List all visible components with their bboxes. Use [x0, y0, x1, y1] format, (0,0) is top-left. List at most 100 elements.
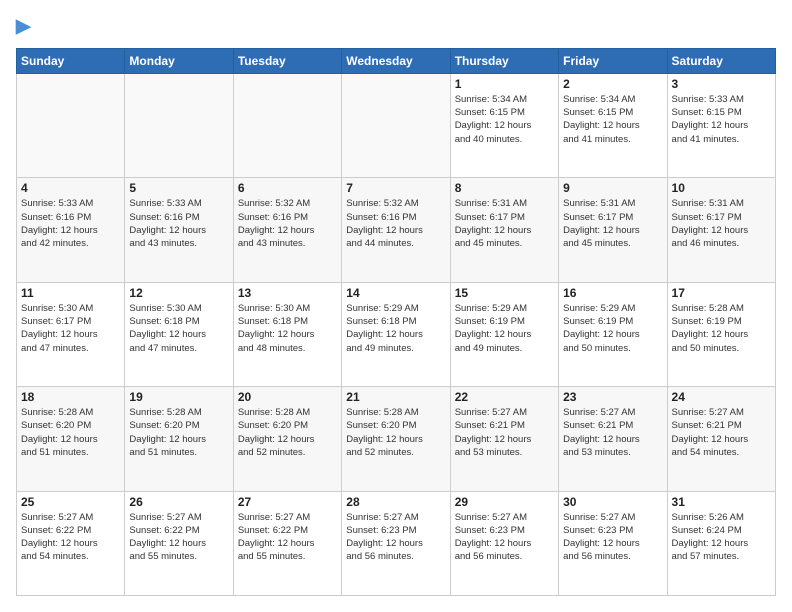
day-info: Sunrise: 5:29 AM Sunset: 6:19 PM Dayligh… — [455, 302, 554, 355]
day-info: Sunrise: 5:27 AM Sunset: 6:23 PM Dayligh… — [455, 511, 554, 564]
calendar-cell: 24Sunrise: 5:27 AM Sunset: 6:21 PM Dayli… — [667, 387, 775, 491]
day-number: 16 — [563, 286, 662, 300]
calendar-cell: 6 Sunrise: 5:32 AM Sunset: 6:16 PM Daylig… — [233, 178, 341, 282]
weekday-header-friday: Friday — [559, 48, 667, 73]
calendar-cell: 16 Sunrise: 5:29 AM Sunset: 6:19 PM Dayli… — [559, 282, 667, 386]
day-number: 13 — [238, 286, 337, 300]
day-info: Sunrise: 5:28 AM Sunset: 6:20 PM Dayligh… — [346, 406, 445, 459]
day-info: Sunrise: 5:33 AM Sunset: 6:16 PM Dayligh… — [129, 197, 228, 250]
page: ▶ SundayMondayTuesdayWednesdayThursdayFr… — [0, 0, 792, 612]
calendar-cell: 21 Sunrise: 5:28 AM Sunset: 6:20 PM Dayli… — [342, 387, 450, 491]
calendar-cell — [233, 73, 341, 177]
day-number: 4 — [21, 181, 120, 195]
day-number: 21 — [346, 390, 445, 404]
week-row-3: 11 Sunrise: 5:30 AM Sunset: 6:17 PM Dayli… — [17, 282, 776, 386]
calendar-cell — [125, 73, 233, 177]
day-number: 19 — [129, 390, 228, 404]
day-info: Sunrise: 5:34 AM Sunset: 6:15 PM Dayligh… — [455, 93, 554, 146]
calendar-cell: 12 Sunrise: 5:30 AM Sunset: 6:18 PM Dayli… — [125, 282, 233, 386]
calendar-cell — [342, 73, 450, 177]
day-info: Sunrise: 5:29 AM Sunset: 6:19 PM Dayligh… — [563, 302, 662, 355]
day-info: Sunrise: 5:30 AM Sunset: 6:18 PM Dayligh… — [238, 302, 337, 355]
day-number: 1 — [455, 77, 554, 91]
calendar-cell: 28 Sunrise: 5:27 AM Sunset: 6:23 PM Dayli… — [342, 491, 450, 595]
calendar-cell: 15 Sunrise: 5:29 AM Sunset: 6:19 PM Dayli… — [450, 282, 558, 386]
calendar-cell: 3 Sunrise: 5:33 AM Sunset: 6:15 PM Daylig… — [667, 73, 775, 177]
day-info: Sunrise: 5:27 AM Sunset: 6:22 PM Dayligh… — [238, 511, 337, 564]
day-number: 26 — [129, 495, 228, 509]
calendar-cell: 10 Sunrise: 5:31 AM Sunset: 6:17 PM Dayli… — [667, 178, 775, 282]
day-number: 12 — [129, 286, 228, 300]
day-number: 30 — [563, 495, 662, 509]
day-number: 22 — [455, 390, 554, 404]
calendar-cell: 19 Sunrise: 5:28 AM Sunset: 6:20 PM Dayli… — [125, 387, 233, 491]
day-number: 28 — [346, 495, 445, 509]
day-info: Sunrise: 5:27 AM Sunset: 6:23 PM Dayligh… — [563, 511, 662, 564]
calendar-cell: 11 Sunrise: 5:30 AM Sunset: 6:17 PM Dayli… — [17, 282, 125, 386]
day-number: 24 — [672, 390, 771, 404]
day-info: Sunrise: 5:33 AM Sunset: 6:15 PM Dayligh… — [672, 93, 771, 146]
day-info: Sunrise: 5:29 AM Sunset: 6:18 PM Dayligh… — [346, 302, 445, 355]
day-info: Sunrise: 5:28 AM Sunset: 6:19 PM Dayligh… — [672, 302, 771, 355]
calendar-cell: 18 Sunrise: 5:28 AM Sunset: 6:20 PM Dayli… — [17, 387, 125, 491]
calendar-cell: 23 Sunrise: 5:27 AM Sunset: 6:21 PM Dayli… — [559, 387, 667, 491]
day-info: Sunrise: 5:28 AM Sunset: 6:20 PM Dayligh… — [238, 406, 337, 459]
calendar-cell: 17Sunrise: 5:28 AM Sunset: 6:19 PM Dayli… — [667, 282, 775, 386]
day-info: Sunrise: 5:32 AM Sunset: 6:16 PM Dayligh… — [238, 197, 337, 250]
calendar-cell: 13 Sunrise: 5:30 AM Sunset: 6:18 PM Dayli… — [233, 282, 341, 386]
header: ▶ — [16, 16, 776, 38]
day-info: Sunrise: 5:27 AM Sunset: 6:21 PM Dayligh… — [563, 406, 662, 459]
weekday-header-row: SundayMondayTuesdayWednesdayThursdayFrid… — [17, 48, 776, 73]
week-row-4: 18 Sunrise: 5:28 AM Sunset: 6:20 PM Dayli… — [17, 387, 776, 491]
day-info: Sunrise: 5:30 AM Sunset: 6:18 PM Dayligh… — [129, 302, 228, 355]
week-row-2: 4 Sunrise: 5:33 AM Sunset: 6:16 PM Daylig… — [17, 178, 776, 282]
day-number: 8 — [455, 181, 554, 195]
day-number: 6 — [238, 181, 337, 195]
day-number: 7 — [346, 181, 445, 195]
day-info: Sunrise: 5:32 AM Sunset: 6:16 PM Dayligh… — [346, 197, 445, 250]
calendar-cell: 1 Sunrise: 5:34 AM Sunset: 6:15 PM Daylig… — [450, 73, 558, 177]
weekday-header-monday: Monday — [125, 48, 233, 73]
day-number: 5 — [129, 181, 228, 195]
calendar-cell — [17, 73, 125, 177]
day-number: 29 — [455, 495, 554, 509]
calendar-table: SundayMondayTuesdayWednesdayThursdayFrid… — [16, 48, 776, 596]
day-number: 20 — [238, 390, 337, 404]
calendar-cell: 25Sunrise: 5:27 AM Sunset: 6:22 PM Dayli… — [17, 491, 125, 595]
calendar-cell: 8 Sunrise: 5:31 AM Sunset: 6:17 PM Daylig… — [450, 178, 558, 282]
day-number: 10 — [672, 181, 771, 195]
weekday-header-wednesday: Wednesday — [342, 48, 450, 73]
weekday-header-thursday: Thursday — [450, 48, 558, 73]
calendar-cell: 31 Sunrise: 5:26 AM Sunset: 6:24 PM Dayli… — [667, 491, 775, 595]
calendar-cell: 30 Sunrise: 5:27 AM Sunset: 6:23 PM Dayli… — [559, 491, 667, 595]
day-info: Sunrise: 5:28 AM Sunset: 6:20 PM Dayligh… — [21, 406, 120, 459]
day-info: Sunrise: 5:31 AM Sunset: 6:17 PM Dayligh… — [455, 197, 554, 250]
calendar-cell: 27Sunrise: 5:27 AM Sunset: 6:22 PM Dayli… — [233, 491, 341, 595]
weekday-header-saturday: Saturday — [667, 48, 775, 73]
day-info: Sunrise: 5:27 AM Sunset: 6:21 PM Dayligh… — [455, 406, 554, 459]
day-number: 23 — [563, 390, 662, 404]
day-info: Sunrise: 5:27 AM Sunset: 6:22 PM Dayligh… — [129, 511, 228, 564]
day-number: 3 — [672, 77, 771, 91]
week-row-5: 25Sunrise: 5:27 AM Sunset: 6:22 PM Dayli… — [17, 491, 776, 595]
day-number: 31 — [672, 495, 771, 509]
day-info: Sunrise: 5:28 AM Sunset: 6:20 PM Dayligh… — [129, 406, 228, 459]
weekday-header-tuesday: Tuesday — [233, 48, 341, 73]
day-number: 18 — [21, 390, 120, 404]
week-row-1: 1 Sunrise: 5:34 AM Sunset: 6:15 PM Daylig… — [17, 73, 776, 177]
calendar-cell: 9Sunrise: 5:31 AM Sunset: 6:17 PM Daylig… — [559, 178, 667, 282]
calendar-cell: 22 Sunrise: 5:27 AM Sunset: 6:21 PM Dayli… — [450, 387, 558, 491]
day-number: 9 — [563, 181, 662, 195]
day-info: Sunrise: 5:27 AM Sunset: 6:22 PM Dayligh… — [21, 511, 120, 564]
day-number: 11 — [21, 286, 120, 300]
day-info: Sunrise: 5:26 AM Sunset: 6:24 PM Dayligh… — [672, 511, 771, 564]
day-info: Sunrise: 5:30 AM Sunset: 6:17 PM Dayligh… — [21, 302, 120, 355]
day-number: 2 — [563, 77, 662, 91]
day-number: 15 — [455, 286, 554, 300]
day-number: 14 — [346, 286, 445, 300]
day-info: Sunrise: 5:33 AM Sunset: 6:16 PM Dayligh… — [21, 197, 120, 250]
day-info: Sunrise: 5:27 AM Sunset: 6:23 PM Dayligh… — [346, 511, 445, 564]
logo-text: ▶ — [16, 16, 31, 38]
day-info: Sunrise: 5:31 AM Sunset: 6:17 PM Dayligh… — [672, 197, 771, 250]
calendar-cell: 7 Sunrise: 5:32 AM Sunset: 6:16 PM Daylig… — [342, 178, 450, 282]
